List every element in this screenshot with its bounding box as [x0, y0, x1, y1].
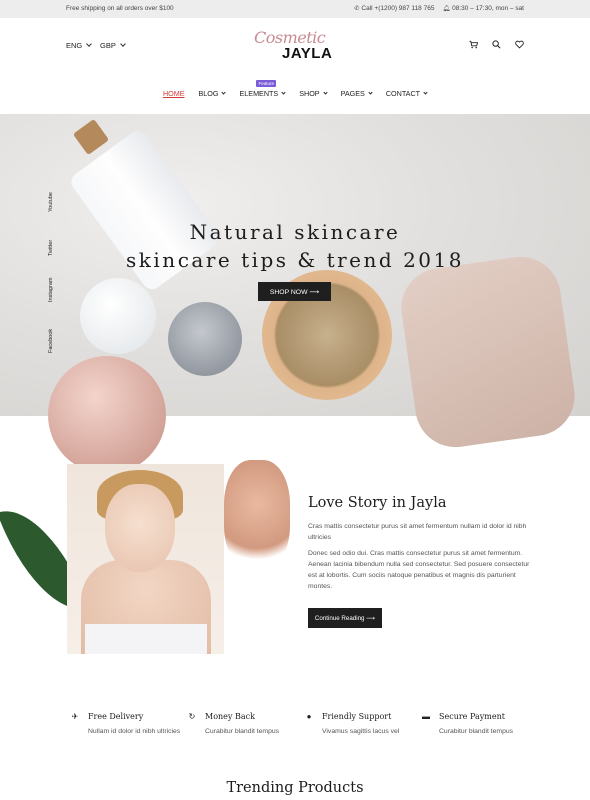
- currency-select[interactable]: GBP: [100, 41, 126, 50]
- currency-value: GBP: [100, 41, 116, 50]
- feature-title: Money Back: [205, 712, 255, 721]
- support-icon: ●: [306, 712, 312, 721]
- phone-info[interactable]: ✆ Call +(1200) 987 118 765: [354, 5, 434, 12]
- photo-towel: [85, 624, 207, 654]
- chevron-down-icon: [423, 89, 428, 95]
- language-select[interactable]: ENG: [66, 41, 93, 50]
- continue-reading-button[interactable]: Continue Reading ⟶: [308, 608, 382, 628]
- bath-ball-image: [80, 278, 156, 354]
- feature-title: Friendly Support: [322, 712, 392, 721]
- feature-desc: Curabitur blandit tempus: [439, 728, 514, 735]
- shop-now-button[interactable]: SHOP NOW ⟶: [258, 282, 331, 301]
- logo-brand: JAYLA: [282, 45, 333, 62]
- chevron-down-icon: [221, 89, 227, 95]
- cart-icon[interactable]: [469, 40, 479, 51]
- nav-item-contact[interactable]: CONTACT: [385, 89, 428, 98]
- feature-desc: Vivamus sagittis lacus vel: [322, 728, 400, 735]
- bell-icon: 🔔︎: [442, 6, 451, 12]
- hours-info: 🔔︎ 08:30 – 17:30, mon – sat: [442, 5, 524, 12]
- airplane-icon: ✈: [71, 712, 79, 721]
- nav-item-pages[interactable]: PAGES: [340, 89, 373, 98]
- rose-gold-jar-image: [48, 356, 166, 474]
- header-icons: [469, 40, 524, 51]
- heart-icon[interactable]: [515, 40, 524, 51]
- main-nav: HOME BLOG Feature ELEMENTS SHOP PAGES CO…: [0, 80, 590, 98]
- story-paragraph-2: Donec sed odio dui. Cras mattis consecte…: [308, 550, 530, 590]
- feature-desc: Curabitur blandit tempus: [205, 728, 280, 735]
- hero-title-line1: Natural skincare: [189, 220, 401, 244]
- trending-title: Trending Products: [226, 780, 364, 796]
- social-twitter[interactable]: Twitter: [48, 240, 54, 256]
- phone-icon: ✆: [354, 6, 360, 12]
- nav-item-blog[interactable]: BLOG: [198, 89, 227, 98]
- nav-label: ELEMENTS: [239, 89, 279, 98]
- social-youtube[interactable]: Youtube: [48, 192, 54, 212]
- nav-item-elements[interactable]: Feature ELEMENTS: [239, 80, 286, 98]
- chevron-down-icon: [281, 89, 286, 95]
- hours-text: 08:30 – 17:30, mon – sat: [452, 5, 524, 12]
- chevron-down-icon: [86, 41, 93, 47]
- language-value: ENG: [66, 41, 83, 50]
- card-icon: ▬: [422, 712, 430, 721]
- nav-label: PAGES: [340, 89, 365, 98]
- candle-image: [168, 302, 242, 376]
- feature-badge: Feature: [256, 80, 276, 87]
- nav-label: CONTACT: [385, 89, 421, 98]
- chevron-down-icon: [368, 89, 373, 95]
- social-instagram[interactable]: Instagram: [48, 278, 54, 302]
- site-logo[interactable]: Cosmetic JAYLA: [254, 28, 344, 64]
- chevron-down-icon: [120, 41, 126, 47]
- nav-label: HOME: [162, 89, 185, 98]
- chevron-down-icon: [322, 89, 328, 95]
- photo-face: [105, 484, 175, 572]
- story-title: Love Story in Jayla: [308, 495, 447, 511]
- nav-item-shop[interactable]: SHOP: [299, 89, 328, 98]
- shipping-notice: Free shipping on all orders over $100: [66, 5, 174, 12]
- towel-image: [396, 251, 580, 453]
- nav-label: SHOP: [299, 89, 320, 98]
- refresh-icon: ↻: [188, 712, 196, 721]
- top-bar: Free shipping on all orders over $100 ✆ C…: [0, 0, 590, 18]
- feature-desc: Nullam id dolor id nibh ultricies: [88, 728, 181, 735]
- nav-label: BLOG: [198, 89, 219, 98]
- topbar-contact: ✆ Call +(1200) 987 118 765 🔔︎ 08:30 – 17:3…: [354, 5, 524, 12]
- phone-text: Call +(1200) 987 118 765: [361, 5, 435, 12]
- hero-title-line2: skincare tips & trend 2018: [126, 248, 464, 272]
- feature-title: Secure Payment: [439, 712, 505, 721]
- nav-item-home[interactable]: HOME: [163, 89, 185, 98]
- search-icon[interactable]: [492, 40, 501, 51]
- social-facebook[interactable]: Facebook: [48, 329, 54, 353]
- powder-decoration: [224, 460, 290, 570]
- feature-title: Free Delivery: [88, 712, 144, 721]
- model-photo: [67, 464, 224, 654]
- story-paragraph-1: Cras mattis consectetur purus sit amet f…: [308, 523, 527, 541]
